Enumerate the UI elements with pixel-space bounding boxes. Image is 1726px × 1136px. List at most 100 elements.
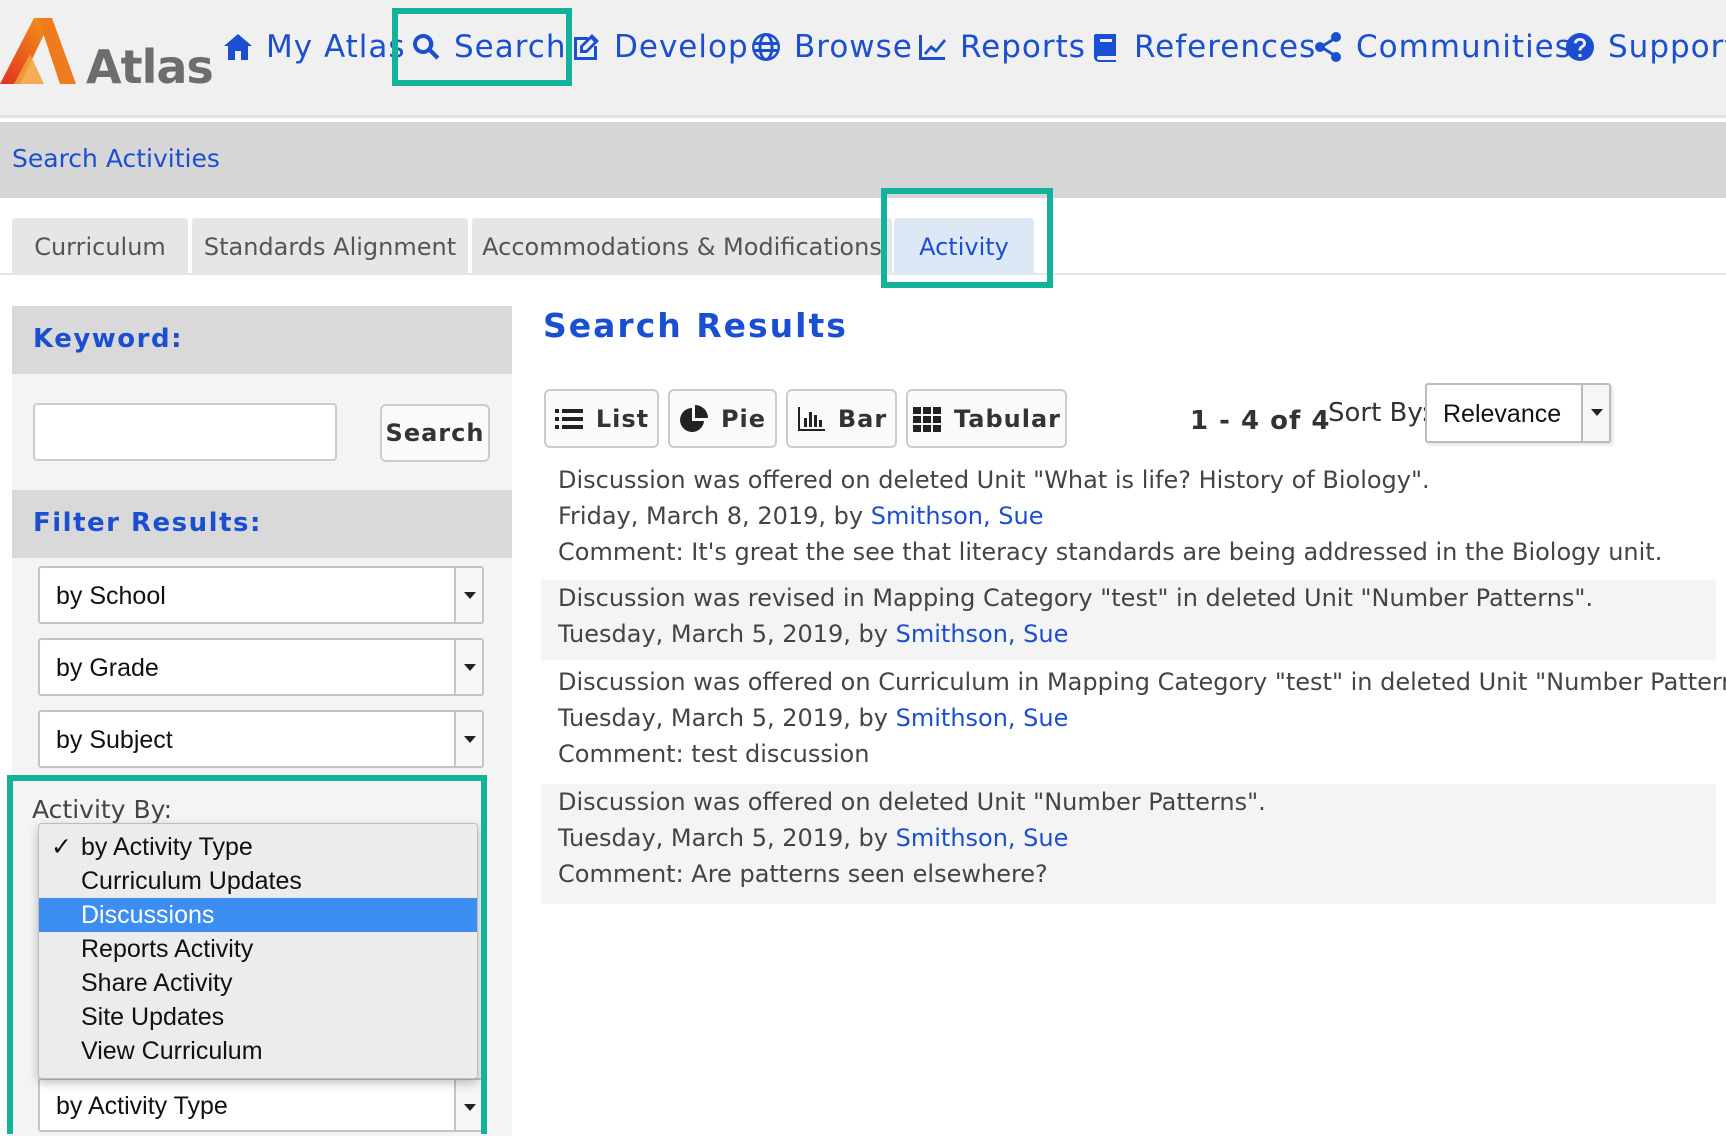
nav-my-atlas[interactable]: My Atlas [222,24,406,70]
result-item: Discussion was revised in Mapping Catego… [541,580,1716,660]
result-date: Friday, March 8, 2019, by Smithson, Sue [558,498,1716,534]
tab-standards-alignment[interactable]: Standards Alignment [192,218,468,275]
activity-type-value: by Activity Type [56,1092,228,1120]
option-label: by Activity Type [81,833,253,861]
view-bar-label: Bar [837,404,888,433]
activity-by-label: Activity By: [32,795,172,824]
result-date: Tuesday, March 5, 2019, by Smithson, Sue [558,700,1716,736]
result-summary: Discussion was offered on deleted Unit "… [558,466,1430,494]
grade-filter-value: by Grade [56,654,159,682]
page-title[interactable]: Search Activities [12,144,220,173]
book-icon [1094,34,1116,62]
author-link[interactable]: Smithson, Sue [896,704,1069,732]
result-date-text: Friday, March 8, 2019, by [558,502,871,530]
nav-support[interactable]: Support [1564,24,1726,70]
option-reports-activity[interactable]: Reports Activity [39,932,477,966]
school-filter-select[interactable]: by School [38,566,484,624]
result-date-text: Tuesday, March 5, 2019, by [558,824,896,852]
edit-icon [574,34,599,60]
result-count: 1 - 4 of 4 [1190,406,1331,436]
keyword-input[interactable] [33,403,337,461]
chevron-down-icon [1581,385,1609,441]
nav-label: Search [454,29,567,65]
view-pie-button[interactable]: Pie [668,389,777,448]
chevron-down-icon [454,712,482,766]
nav-browse[interactable]: Browse [750,24,913,70]
nav-label: Browse [794,29,913,65]
option-discussions[interactable]: Discussions [39,898,477,932]
chevron-down-icon [454,568,482,622]
chevron-down-icon [454,640,482,694]
list-icon [554,408,583,429]
search-icon [413,33,440,60]
grade-filter-select[interactable]: by Grade [38,638,484,696]
home-icon [224,34,252,60]
activity-type-dropdown[interactable]: ✓ by Activity Type Curriculum Updates Di… [38,823,478,1079]
result-date: Tuesday, March 5, 2019, by Smithson, Sue [558,616,1716,652]
logo-text: Atlas [86,40,214,94]
globe-icon [752,33,780,61]
activity-type-select[interactable]: by Activity Type [38,1078,484,1132]
section-header: Search Activities [0,122,1726,198]
view-pie-label: Pie [720,404,767,433]
results-title: Search Results [543,306,848,345]
result-date-text: Tuesday, March 5, 2019, by [558,704,896,732]
share-icon [1315,32,1341,62]
nav-label: Communities [1356,29,1572,65]
nav-search[interactable]: Search [410,24,567,70]
chevron-down-icon [454,1080,482,1130]
result-comment: Comment: It's great the see that literac… [558,538,1663,566]
nav-reports[interactable]: Reports [916,24,1086,70]
tab-curriculum[interactable]: Curriculum [12,218,188,275]
keyword-heading-label: Keyword: [33,324,183,354]
result-item: Discussion was offered on Curriculum in … [541,664,1726,780]
result-summary: Discussion was offered on deleted Unit "… [558,788,1266,816]
author-link[interactable]: Smithson, Sue [896,824,1069,852]
chart-icon [919,35,946,60]
subject-filter-value: by Subject [56,726,173,754]
sort-value: Relevance [1443,400,1562,428]
tab-activity[interactable]: Activity [894,218,1034,275]
result-summary: Discussion was revised in Mapping Catego… [558,584,1594,612]
nav-label: References [1134,29,1317,65]
atlas-logo-icon [0,18,76,84]
pie-chart-icon [679,404,708,432]
nav-communities[interactable]: Communities [1312,24,1572,70]
nav-references[interactable]: References [1090,24,1316,70]
subject-filter-select[interactable]: by Subject [38,710,484,768]
atlas-logo[interactable]: Atlas [0,14,214,94]
nav-label: Reports [960,29,1086,65]
school-filter-value: by School [56,582,166,610]
nav-label: Support [1608,29,1726,65]
help-icon [1566,33,1594,61]
option-site-updates[interactable]: Site Updates [39,1000,477,1034]
grid-icon [913,406,941,432]
sort-select[interactable]: Relevance [1425,383,1611,443]
result-date: Tuesday, March 5, 2019, by Smithson, Sue [558,820,1716,856]
author-link[interactable]: Smithson, Sue [896,620,1069,648]
option-by-activity-type[interactable]: ✓ by Activity Type [39,830,477,864]
keyword-search-button[interactable]: Search [380,404,490,462]
view-list-label: List [595,404,650,433]
result-summary: Discussion was offered on Curriculum in … [558,668,1726,696]
bar-chart-icon [797,406,825,431]
view-tabular-label: Tabular [954,404,1061,433]
option-share-activity[interactable]: Share Activity [39,966,477,1000]
keyword-heading: Keyword: [12,306,512,374]
result-date-text: Tuesday, March 5, 2019, by [558,620,896,648]
result-comment: Comment: Are patterns seen elsewhere? [558,860,1048,888]
filter-heading: Filter Results: [12,490,512,558]
tab-accommodations-modifications[interactable]: Accommodations & Modifications [472,218,892,275]
view-list-button[interactable]: List [544,389,659,448]
author-link[interactable]: Smithson, Sue [871,502,1044,530]
checkmark-icon: ✓ [51,833,72,861]
nav-develop[interactable]: Develop [570,24,749,70]
option-view-curriculum[interactable]: View Curriculum [39,1034,477,1068]
nav-label: My Atlas [266,29,406,65]
view-tabular-button[interactable]: Tabular [906,389,1067,448]
option-curriculum-updates[interactable]: Curriculum Updates [39,864,477,898]
filter-heading-label: Filter Results: [33,508,262,538]
result-item: Discussion was offered on deleted Unit "… [541,462,1716,578]
result-item: Discussion was offered on deleted Unit "… [541,784,1716,904]
view-bar-button[interactable]: Bar [786,389,897,448]
